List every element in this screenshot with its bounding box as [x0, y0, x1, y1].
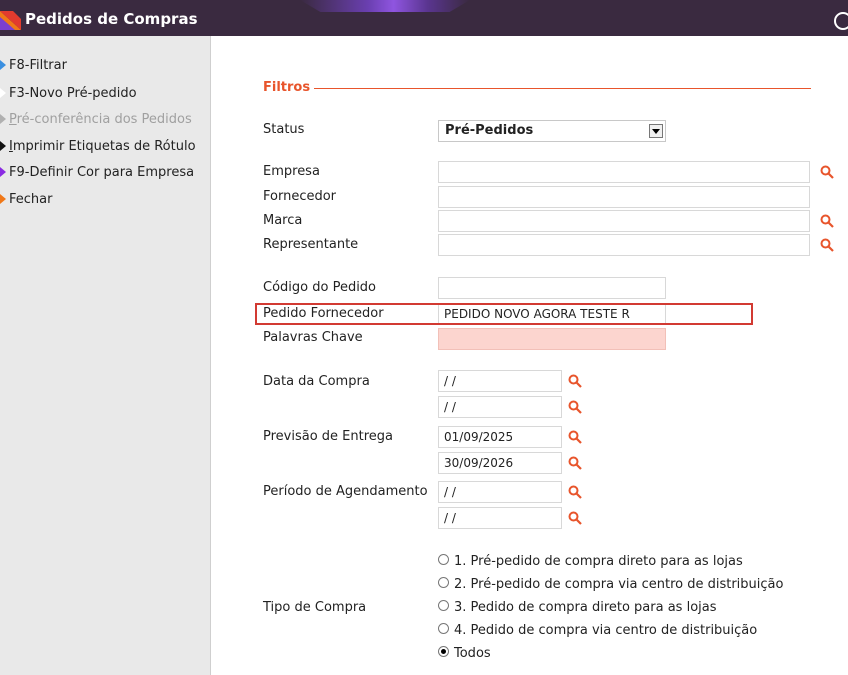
chevron-down-icon[interactable] — [649, 124, 663, 138]
radio-option-1[interactable]: 1. Pré-pedido de compra direto para as l… — [438, 554, 743, 569]
triangle-right-icon — [0, 141, 6, 151]
title-bar: Pedidos de Compras — [0, 0, 848, 36]
sidebar-item-label: ré-conferência dos Pedidos — [16, 112, 192, 127]
periodo-agendamento-to-field[interactable]: / / — [438, 507, 562, 529]
highlight-box — [255, 303, 753, 325]
triangle-right-icon — [0, 194, 6, 204]
help-icon[interactable] — [834, 12, 848, 30]
radio-icon — [438, 623, 449, 634]
previsao-entrega-label: Previsão de Entrega — [263, 429, 394, 444]
section-title: Filtros — [263, 80, 311, 95]
empresa-label: Empresa — [263, 164, 320, 179]
status-label: Status — [263, 122, 305, 137]
calendar-search-icon[interactable] — [568, 485, 582, 499]
calendar-search-icon[interactable] — [568, 400, 582, 414]
radio-option-2[interactable]: 2. Pré-pedido de compra via centro de di… — [438, 577, 783, 592]
sidebar-item-definir-cor[interactable]: F9-Definir Cor para Empresa — [0, 163, 194, 183]
radio-option-3[interactable]: 3. Pedido de compra direto para as lojas — [438, 600, 717, 615]
radio-icon — [438, 577, 449, 588]
status-value: Pré-Pedidos — [445, 123, 534, 138]
radio-label: 3. Pedido de compra direto para as lojas — [454, 600, 717, 615]
search-icon[interactable] — [820, 238, 834, 252]
data-compra-label: Data da Compra — [263, 374, 370, 389]
marca-label: Marca — [263, 213, 303, 228]
radio-label: Todos — [454, 646, 491, 661]
data-compra-from-field[interactable]: / / — [438, 370, 562, 392]
triangle-right-icon — [0, 114, 6, 124]
radio-label: 2. Pré-pedido de compra via centro de di… — [454, 577, 784, 592]
window-title: Pedidos de Compras — [25, 10, 198, 28]
search-icon[interactable] — [820, 214, 834, 228]
empresa-field[interactable] — [438, 161, 810, 183]
previsao-entrega-from-field[interactable]: 01/09/2025 — [438, 426, 562, 448]
filter-panel: Filtros Status Pré-Pedidos Empresa Forne… — [211, 36, 848, 675]
representante-label: Representante — [263, 237, 359, 252]
triangle-right-icon — [0, 167, 6, 177]
palavras-chave-label: Palavras Chave — [263, 330, 363, 345]
sidebar-item-pre-conferencia[interactable]: Pré-conferência dos Pedidos — [0, 110, 192, 130]
sidebar-item-fechar[interactable]: Fechar — [0, 190, 52, 210]
status-select[interactable]: Pré-Pedidos — [438, 120, 666, 142]
tipo-compra-label: Tipo de Compra — [263, 600, 367, 615]
sidebar-item-novo-pre-pedido[interactable]: F3-Novo Pré-pedido — [0, 84, 137, 104]
sidebar-item-label: mprimir Etiquetas de Rótulo — [12, 139, 196, 154]
search-icon[interactable] — [820, 165, 834, 179]
sidebar-item-label: Fechar — [9, 192, 53, 207]
codigo-pedido-field[interactable] — [438, 277, 666, 299]
fornecedor-field[interactable] — [438, 186, 810, 208]
calendar-search-icon[interactable] — [568, 511, 582, 525]
marca-field[interactable] — [438, 210, 810, 232]
radio-option-4[interactable]: 4. Pedido de compra via centro de distri… — [438, 623, 757, 638]
calendar-search-icon[interactable] — [568, 374, 582, 388]
triangle-right-icon — [0, 60, 6, 70]
data-compra-to-field[interactable]: / / — [438, 396, 562, 418]
previsao-entrega-to-field[interactable]: 30/09/2026 — [438, 452, 562, 474]
radio-option-todos[interactable]: Todos — [438, 646, 491, 661]
fornecedor-label: Fornecedor — [263, 189, 337, 204]
sidebar-item-label: F3-Novo Pré-pedido — [9, 86, 137, 101]
periodo-agendamento-from-field[interactable]: / / — [438, 481, 562, 503]
app-logo-icon — [0, 11, 21, 30]
sidebar-item-mnemonic: P — [9, 112, 17, 127]
sidebar-item-imprimir-etiquetas[interactable]: Imprimir Etiquetas de Rótulo — [0, 137, 196, 157]
palavras-chave-field[interactable] — [438, 328, 666, 350]
sidebar-item-filtrar[interactable]: F8-Filtrar — [0, 56, 67, 76]
radio-icon — [438, 554, 449, 565]
radio-selected-icon — [438, 646, 449, 657]
sidebar-item-label: F8-Filtrar — [9, 58, 67, 73]
calendar-search-icon[interactable] — [568, 456, 582, 470]
periodo-agendamento-label: Período de Agendamento — [263, 484, 428, 499]
codigo-pedido-label: Código do Pedido — [263, 280, 377, 295]
decorative-banner — [300, 0, 470, 12]
calendar-search-icon[interactable] — [568, 430, 582, 444]
representante-field[interactable] — [438, 234, 810, 256]
triangle-right-icon — [0, 88, 6, 98]
radio-icon — [438, 600, 449, 611]
sidebar: F8-Filtrar F3-Novo Pré-pedido Pré-confer… — [0, 36, 211, 675]
radio-label: 1. Pré-pedido de compra direto para as l… — [454, 554, 743, 569]
sidebar-item-label: F9-Definir Cor para Empresa — [9, 165, 195, 180]
section-divider — [314, 88, 811, 89]
radio-label: 4. Pedido de compra via centro de distri… — [454, 623, 758, 638]
